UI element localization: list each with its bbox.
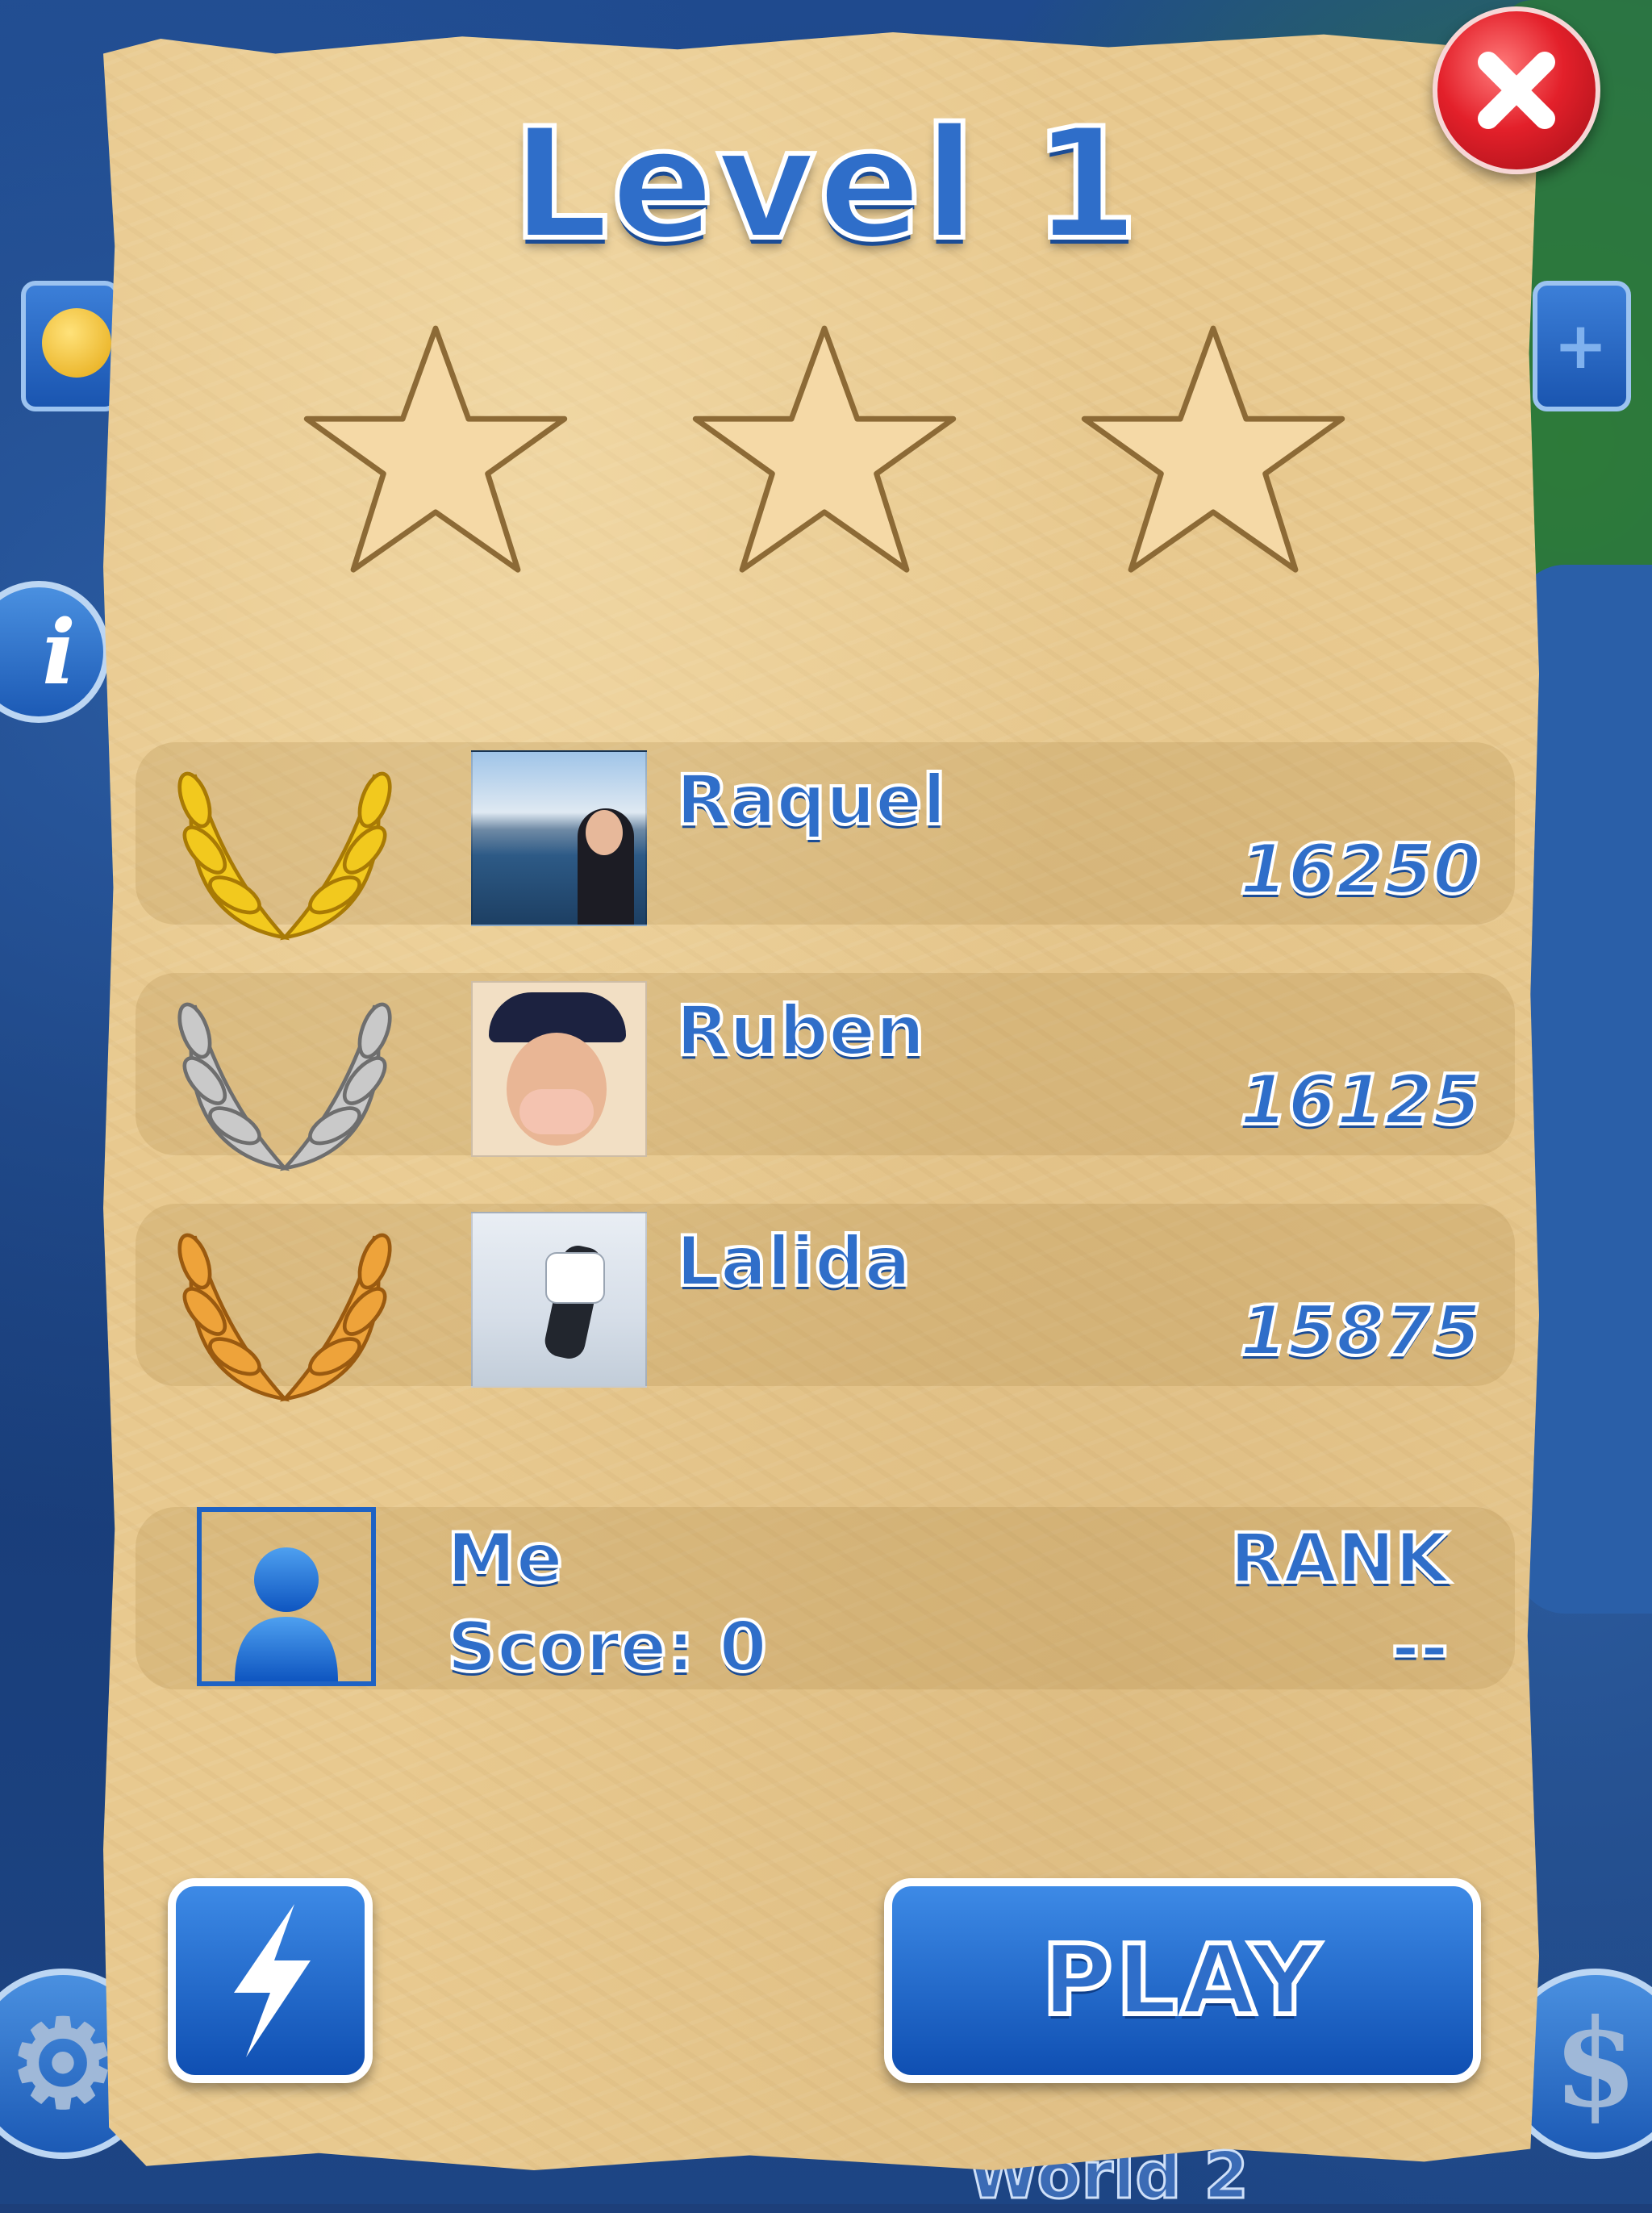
close-button[interactable] bbox=[1433, 6, 1600, 174]
boost-button[interactable] bbox=[168, 1878, 373, 2083]
dollar-icon: $ bbox=[1553, 1993, 1638, 2135]
coin-counter-button[interactable] bbox=[21, 281, 119, 411]
play-label: PLAY bbox=[1040, 1923, 1324, 2040]
my-score-row: Me Score: 0 RANK -- bbox=[136, 1507, 1515, 1689]
leaderboard-row-1: Raquel 16250 bbox=[136, 742, 1515, 941]
level-title: Level 1 bbox=[509, 93, 1141, 276]
star-slot-2 bbox=[687, 315, 962, 589]
silver-laurel-icon bbox=[177, 1002, 392, 1171]
avatar bbox=[471, 1212, 647, 1388]
gear-icon: ⚙ bbox=[8, 1993, 118, 2135]
avatar bbox=[471, 981, 647, 1157]
player-score: 16125 bbox=[1238, 1058, 1483, 1142]
avatar-shirt bbox=[545, 1252, 605, 1304]
bronze-laurel-icon bbox=[177, 1233, 392, 1402]
rank-label: RANK bbox=[1229, 1517, 1450, 1601]
my-avatar bbox=[197, 1507, 376, 1686]
leaderboard-row-3: Lalida 15875 bbox=[136, 1204, 1515, 1402]
player-score: 15875 bbox=[1238, 1289, 1483, 1373]
close-icon bbox=[1478, 52, 1555, 129]
star-slot-3 bbox=[1076, 315, 1350, 589]
user-silhouette-icon bbox=[235, 1547, 338, 1681]
coin-icon bbox=[42, 308, 111, 378]
plus-icon: + bbox=[1554, 308, 1608, 383]
my-name: Me bbox=[445, 1517, 565, 1601]
rank-value: -- bbox=[1390, 1605, 1450, 1689]
star-slot-1 bbox=[298, 315, 573, 589]
my-score: Score: 0 bbox=[445, 1605, 769, 1689]
avatar-face bbox=[586, 810, 623, 855]
play-button[interactable]: PLAY bbox=[884, 1878, 1481, 2083]
info-icon: i bbox=[42, 599, 76, 704]
avatar bbox=[471, 750, 647, 926]
avatar-mask bbox=[519, 1089, 594, 1134]
player-name: Ruben bbox=[674, 989, 927, 1073]
leaderboard-row-2: Ruben 16125 bbox=[136, 973, 1515, 1171]
player-name: Raquel bbox=[674, 758, 948, 842]
lightning-icon bbox=[234, 1904, 311, 2057]
player-score: 16250 bbox=[1238, 828, 1483, 912]
gold-laurel-icon bbox=[177, 771, 392, 941]
player-name: Lalida bbox=[674, 1220, 912, 1304]
add-lives-button[interactable]: + bbox=[1533, 281, 1631, 411]
